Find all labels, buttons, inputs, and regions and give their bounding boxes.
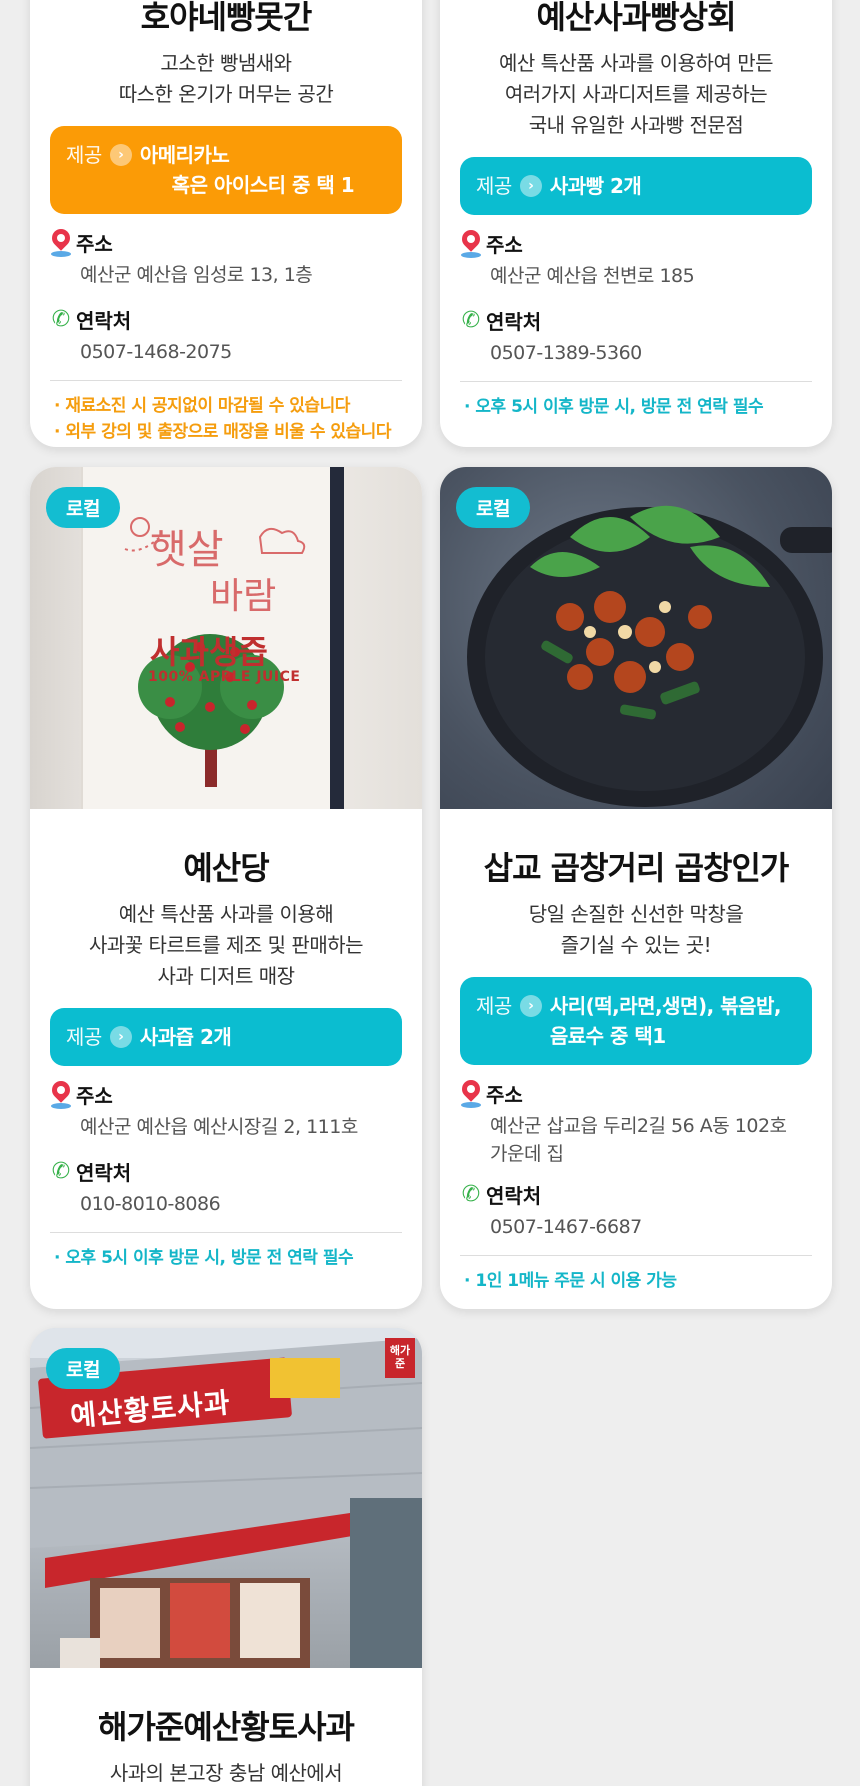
provide-text: 사과즙 2개 xyxy=(139,1025,232,1049)
divider xyxy=(50,1232,402,1233)
store-title: 해가준예산황토사과 xyxy=(98,1708,355,1746)
store-description: 고소한 빵냄새와 따스한 온기가 머무는 공간 xyxy=(118,51,334,106)
local-badge: 로컬 xyxy=(46,487,120,528)
store-card-gopchang[interactable]: 로컬 삽교 곱창거리 곱창인가 당일 손질한 신선한 막창을 즐기실 수 있는 … xyxy=(440,467,832,1309)
local-badge: 로컬 xyxy=(456,487,530,528)
store-description: 당일 손질한 신선한 막창을 즐기실 수 있는 곳! xyxy=(528,902,744,957)
address-label: 주소 xyxy=(486,233,523,257)
address-row: 주소 xyxy=(48,1076,402,1109)
provide-text: 아메리카노 혹은 아이스티 중 택 1 xyxy=(139,143,355,197)
notes: · 재료소진 시 공지없이 마감될 수 있습니다 · 외부 강의 및 출장으로 … xyxy=(54,396,391,442)
chevron-right-icon: › xyxy=(109,144,132,166)
address-value: 예산군 예산읍 임성로 13, 1층 xyxy=(80,264,313,286)
location-pin-icon xyxy=(48,224,74,257)
store-title: 예산사과빵상회 xyxy=(536,0,736,36)
contact-row: ✆ 연락처 xyxy=(50,1157,402,1186)
location-pin-icon xyxy=(48,1076,74,1109)
provide-box: 제공 › 사리(떡,라면,생면), 볶음밥, 음료수 중 택1 xyxy=(460,977,812,1065)
provide-label: 제공 xyxy=(66,143,102,167)
contact-row: ✆ 연락처 xyxy=(460,1180,812,1209)
juice-product-name: 사과생즙 xyxy=(150,633,268,671)
juice-product-subtitle: 100% APPLE JUICE xyxy=(148,669,301,685)
chevron-right-icon: › xyxy=(519,175,542,197)
divider xyxy=(50,380,402,381)
store-title: 삽교 곱창거리 곱창인가 xyxy=(483,849,790,887)
address-value: 예산군 예산읍 예산시장길 2, 111호 xyxy=(80,1116,358,1138)
notes: · 오후 5시 이후 방문 시, 방문 전 연락 필수 xyxy=(54,1248,354,1268)
storefront-photo: 예산황토사과 해가준 로컬 xyxy=(30,1328,422,1668)
provide-label: 제공 xyxy=(476,174,512,198)
address-label: 주소 xyxy=(76,232,113,256)
address-row: 주소 xyxy=(458,1075,812,1108)
provide-box: 제공 › 아메리카노 혹은 아이스티 중 택 1 xyxy=(50,126,402,214)
store-description: 예산 특산품 사과를 이용해 사과꽃 타르트를 제조 및 판매하는 사과 디저트… xyxy=(88,902,364,988)
phone-icon: ✆ xyxy=(51,1158,71,1184)
notes: · 오후 5시 이후 방문 시, 방문 전 연락 필수 xyxy=(464,397,764,417)
store-title: 호야네빵못간 xyxy=(140,0,313,36)
juice-brand-line2: 바람 xyxy=(210,576,277,617)
gopchang-dish-photo: 로컬 xyxy=(440,467,832,809)
store-description: 예산 특산품 사과를 이용하여 만든 여러가지 사과디저트를 제공하는 국내 유… xyxy=(498,51,774,137)
address-value: 예산군 예산읍 천변로 185 xyxy=(490,265,695,287)
contact-row: ✆ 연락처 xyxy=(50,305,402,334)
provide-label: 제공 xyxy=(476,994,512,1018)
contact-value[interactable]: 0507-1468-2075 xyxy=(50,338,402,366)
address-label: 주소 xyxy=(76,1084,113,1108)
chevron-right-icon: › xyxy=(519,995,542,1017)
contact-label: 연락처 xyxy=(76,309,132,333)
divider xyxy=(460,381,812,382)
store-card-apple-bread[interactable]: 예산사과빵상회 예산 특산품 사과를 이용하여 만든 여러가지 사과디저트를 제… xyxy=(440,0,832,447)
provide-box: 제공 › 사과즙 2개 xyxy=(50,1008,402,1066)
store-description: 사과의 본고장 충남 예산에서 xyxy=(109,1761,343,1785)
storefront-brand-text: 해가준 xyxy=(389,1344,411,1370)
apple-juice-photo: 햇살 바람 사과생즙 100% APPLE JUICE 로컬 xyxy=(30,467,422,809)
chevron-right-icon: › xyxy=(109,1026,132,1048)
notes: · 1인 1메뉴 주문 시 이용 가능 xyxy=(464,1271,677,1291)
store-card-hwangto-apple[interactable]: 예산황토사과 해가준 로컬 해가준예산황토사과 사과의 본고장 충남 예산에서 xyxy=(30,1328,422,1786)
provide-box: 제공 › 사과빵 2개 xyxy=(460,157,812,215)
provide-label: 제공 xyxy=(66,1025,102,1049)
address-row: 주소 xyxy=(458,225,812,258)
store-card-hoya[interactable]: 호야네빵못간 고소한 빵냄새와 따스한 온기가 머무는 공간 제공 › 아메리카… xyxy=(30,0,422,447)
address-label: 주소 xyxy=(486,1083,523,1107)
provide-text: 사과빵 2개 xyxy=(549,174,642,198)
provide-text: 사리(떡,라면,생면), 볶음밥, 음료수 중 택1 xyxy=(549,994,782,1048)
phone-icon: ✆ xyxy=(51,306,71,332)
divider xyxy=(460,1255,812,1256)
contact-value[interactable]: 0507-1389-5360 xyxy=(460,339,812,367)
contact-label: 연락처 xyxy=(486,310,542,334)
location-pin-icon xyxy=(458,225,484,258)
store-card-yesandang[interactable]: 햇살 바람 사과생즙 100% APPLE JUICE 로컬 예산당 예산 특산… xyxy=(30,467,422,1309)
address-value: 예산군 삽교읍 두리2길 56 A동 102호 가운데 집 xyxy=(490,1115,787,1165)
phone-icon: ✆ xyxy=(461,1181,481,1207)
contact-label: 연락처 xyxy=(76,1161,132,1185)
local-badge: 로컬 xyxy=(46,1348,120,1389)
contact-label: 연락처 xyxy=(486,1184,542,1208)
phone-icon: ✆ xyxy=(461,307,481,333)
contact-value[interactable]: 010-8010-8086 xyxy=(50,1190,402,1218)
store-title: 예산당 xyxy=(183,849,269,887)
location-pin-icon xyxy=(458,1075,484,1108)
address-row: 주소 xyxy=(48,224,402,257)
contact-value[interactable]: 0507-1467-6687 xyxy=(460,1213,812,1241)
contact-row: ✆ 연락처 xyxy=(460,306,812,335)
